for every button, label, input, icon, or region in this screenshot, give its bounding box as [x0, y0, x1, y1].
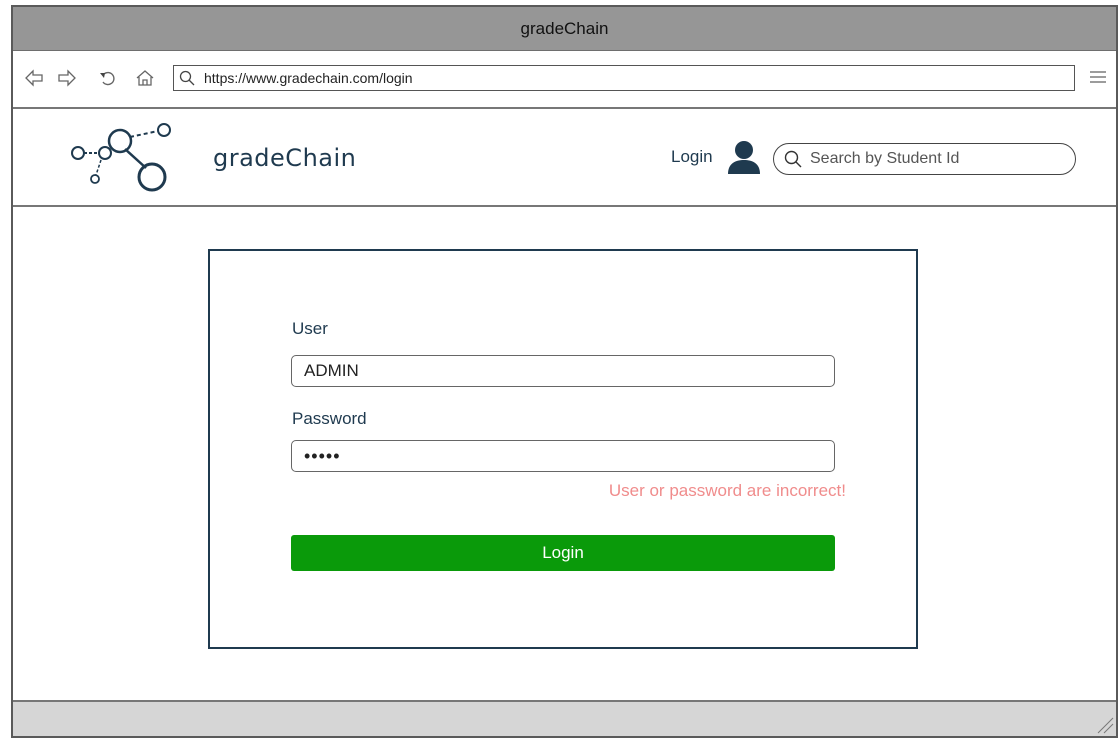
password-label: Password [292, 409, 367, 428]
hamburger-menu-icon[interactable] [1088, 67, 1110, 89]
forward-arrow-icon[interactable] [56, 67, 78, 89]
password-input[interactable]: ••••• [291, 440, 835, 472]
user-input-value: ADMIN [304, 361, 359, 380]
user-input[interactable]: ADMIN [291, 355, 835, 387]
search-icon [174, 70, 200, 86]
window-titlebar: gradeChain [13, 7, 1116, 51]
logo-text: gradeChain [213, 144, 357, 172]
status-bar [13, 700, 1116, 736]
window-title: gradeChain [520, 18, 609, 38]
login-submit-button[interactable]: Login [291, 535, 835, 571]
gradechain-logo[interactable]: gradeChain [68, 120, 356, 198]
student-search-input[interactable] [808, 149, 1052, 169]
address-bar[interactable]: https://www.gradechain.com/login [173, 65, 1075, 91]
refresh-icon[interactable] [97, 67, 119, 89]
user-icon[interactable] [727, 139, 761, 175]
user-label: User [292, 319, 328, 338]
browser-toolbar: https://www.gradechain.com/login [13, 51, 1116, 109]
home-icon[interactable] [134, 67, 156, 89]
error-message: User or password are incorrect! [608, 481, 846, 500]
login-card: User ADMIN Password ••••• User or passwo… [208, 249, 918, 649]
resize-grip-icon[interactable] [1094, 714, 1114, 734]
student-search[interactable] [773, 143, 1076, 175]
header-login-link[interactable]: Login [671, 147, 713, 167]
password-input-value: ••••• [304, 445, 341, 466]
address-url: https://www.gradechain.com/login [204, 70, 413, 86]
search-icon [774, 150, 808, 168]
site-header: gradeChain Login [13, 109, 1116, 207]
browser-window: gradeChain https://www.gradechain.com/lo… [11, 5, 1118, 738]
back-arrow-icon[interactable] [23, 67, 45, 89]
